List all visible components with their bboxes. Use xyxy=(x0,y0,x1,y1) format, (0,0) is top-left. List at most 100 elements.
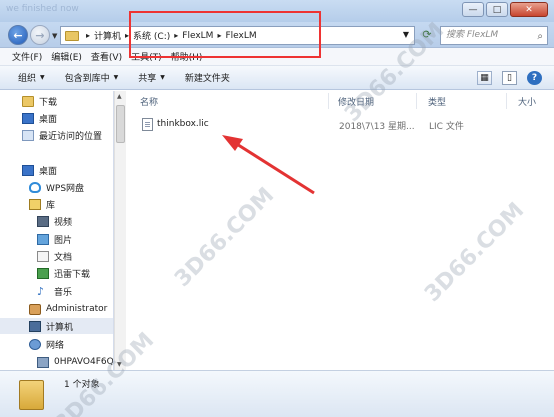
nav-item-recent-places[interactable]: 最近访问的位置 xyxy=(22,127,102,143)
computer-icon xyxy=(29,320,41,332)
nav-item-downloads[interactable]: 下载 xyxy=(22,93,57,109)
maximize-button[interactable]: □ xyxy=(486,2,508,17)
command-toolbar: 组织 ▼ 包含到库中 ▼ 共享 ▼ 新建文件夹 ▦ ▯ ? xyxy=(0,66,554,90)
recent-places-icon xyxy=(22,129,34,141)
nav-item-documents[interactable]: 文档 xyxy=(37,248,72,264)
nav-item-label: 最近访问的位置 xyxy=(39,131,103,142)
folder-icon xyxy=(19,380,44,410)
download-folder-icon xyxy=(22,95,34,107)
search-input[interactable]: 搜索 FlexLM ⌕ xyxy=(440,26,548,45)
nav-item-label: 文档 xyxy=(54,252,73,263)
address-dropdown-icon[interactable]: ▼ xyxy=(403,30,409,39)
minimize-button[interactable]: — xyxy=(462,2,484,17)
menu-file[interactable]: 文件(F) xyxy=(12,50,42,63)
change-view-icon[interactable]: ▦ xyxy=(477,71,492,85)
nav-item-administrator[interactable]: Administrator xyxy=(29,301,107,317)
menu-edit[interactable]: 编辑(E) xyxy=(51,50,82,63)
nav-item-label: Administrator xyxy=(46,304,108,314)
nav-scrollbar[interactable]: ▲ ▼ xyxy=(114,91,126,370)
nav-item-pictures[interactable]: 图片 xyxy=(37,231,72,247)
network-icon xyxy=(29,338,41,350)
picture-icon xyxy=(37,233,49,245)
library-icon xyxy=(29,198,41,210)
nav-item-library[interactable]: 库 xyxy=(29,196,55,212)
menu-tools[interactable]: 工具(T) xyxy=(131,50,162,63)
nav-item-label: 网络 xyxy=(46,340,65,351)
menu-help[interactable]: 帮助(H) xyxy=(171,50,203,63)
share-button[interactable]: 共享 ▼ xyxy=(138,71,165,84)
recent-pages-dropdown-icon[interactable]: ▼ xyxy=(52,32,57,40)
video-icon xyxy=(37,215,49,227)
back-button[interactable]: ← xyxy=(8,25,28,45)
menu-bar: 文件(F) 编辑(E) 查看(V) 工具(T) 帮助(H) xyxy=(0,48,554,66)
address-row: ← → ▼ ▸ 计算机 ▸ 系统 (C:) ▸ FlexLM ▸ FlexLM … xyxy=(0,22,554,48)
column-header-name[interactable]: 名称 xyxy=(129,93,329,109)
license-file-icon xyxy=(142,118,153,131)
forward-button[interactable]: → xyxy=(30,25,50,45)
forward-arrow-icon: → xyxy=(35,28,45,42)
desktop-icon xyxy=(22,112,34,124)
folder-icon xyxy=(65,30,79,41)
column-header-size[interactable]: 大小 xyxy=(507,93,554,109)
titlebar-ghost-text: we finished now xyxy=(6,4,79,14)
nav-item-network[interactable]: 网络 xyxy=(29,336,64,352)
nav-item-thunder-downloads[interactable]: 迅雷下载 xyxy=(37,265,90,281)
organize-button[interactable]: 组织 ▼ xyxy=(18,71,45,84)
view-controls: ▦ ▯ ? xyxy=(477,71,542,85)
chevron-down-icon: ▼ xyxy=(160,74,165,81)
chevron-down-icon: ▼ xyxy=(40,74,45,81)
user-folder-icon xyxy=(29,303,41,315)
breadcrumb-flexlm[interactable]: FlexLM xyxy=(182,31,213,41)
download-icon xyxy=(37,267,49,279)
computer-icon xyxy=(37,356,49,368)
search-icon[interactable]: ⌕ xyxy=(537,28,543,45)
breadcrumb-computer[interactable]: 计算机 xyxy=(94,29,121,42)
breadcrumb-drive-c[interactable]: 系统 (C:) xyxy=(133,29,170,42)
menu-view[interactable]: 查看(V) xyxy=(91,50,122,63)
share-label: 共享 xyxy=(138,74,157,84)
search-placeholder: 搜索 FlexLM xyxy=(446,30,499,40)
window-controls: — □ ✕ xyxy=(462,2,548,17)
desktop-icon xyxy=(22,164,34,176)
chevron-right-icon[interactable]: ▸ xyxy=(86,31,90,40)
scrollbar-thumb[interactable] xyxy=(116,105,125,143)
nav-item-label: 桌面 xyxy=(39,114,58,125)
chevron-right-icon[interactable]: ▸ xyxy=(174,31,178,40)
file-name: thinkbox.lic xyxy=(157,119,209,129)
help-icon[interactable]: ? xyxy=(527,71,542,85)
nav-item-label: 下载 xyxy=(39,97,58,108)
scroll-up-icon[interactable]: ▲ xyxy=(117,93,122,100)
column-header-type[interactable]: 类型 xyxy=(417,93,507,109)
column-header-label: 类型 xyxy=(428,97,447,108)
breadcrumb-flexlm-current[interactable]: FlexLM xyxy=(225,31,256,41)
chevron-right-icon[interactable]: ▸ xyxy=(217,31,221,40)
close-button[interactable]: ✕ xyxy=(510,2,548,17)
cloud-icon xyxy=(29,181,41,193)
preview-pane-icon[interactable]: ▯ xyxy=(502,71,517,85)
nav-item-label: 音乐 xyxy=(54,287,73,298)
file-modified: 2018\7\13 星期... xyxy=(339,122,415,132)
address-bar[interactable]: ▸ 计算机 ▸ 系统 (C:) ▸ FlexLM ▸ FlexLM ▼ xyxy=(60,26,415,45)
nav-item-videos[interactable]: 视频 xyxy=(37,213,72,229)
nav-item-wps-cloud[interactable]: WPS网盘 xyxy=(29,179,84,195)
nav-item-music[interactable]: ♪ 音乐 xyxy=(37,283,72,299)
file-row[interactable]: thinkbox.lic 2018\7\13 星期... LIC 文件 xyxy=(134,116,554,134)
nav-item-computer[interactable]: 计算机 xyxy=(0,318,113,334)
column-header-label: 名称 xyxy=(140,97,159,108)
chevron-right-icon[interactable]: ▸ xyxy=(125,31,129,40)
nav-item-desktop-fav[interactable]: 桌面 xyxy=(22,110,57,126)
nav-item-label: 迅雷下载 xyxy=(54,269,91,280)
new-folder-label: 新建文件夹 xyxy=(184,74,230,84)
navigation-pane: 下载 桌面 最近访问的位置 桌面 WPS网盘 库 视频 图片 文档 迅雷下载 ♪… xyxy=(0,91,114,370)
include-library-button[interactable]: 包含到库中 ▼ xyxy=(65,71,119,84)
include-library-label: 包含到库中 xyxy=(64,74,110,84)
back-arrow-icon: ← xyxy=(13,28,23,42)
nav-item-desktop[interactable]: 桌面 xyxy=(22,162,57,178)
new-folder-button[interactable]: 新建文件夹 xyxy=(185,71,230,84)
column-header-label: 大小 xyxy=(518,97,537,108)
nav-item-label: 桌面 xyxy=(39,166,58,177)
document-icon xyxy=(37,250,49,262)
organize-label: 组织 xyxy=(18,74,37,84)
nav-item-label: 图片 xyxy=(54,235,73,246)
window-titlebar: we finished now — □ ✕ xyxy=(0,0,554,22)
